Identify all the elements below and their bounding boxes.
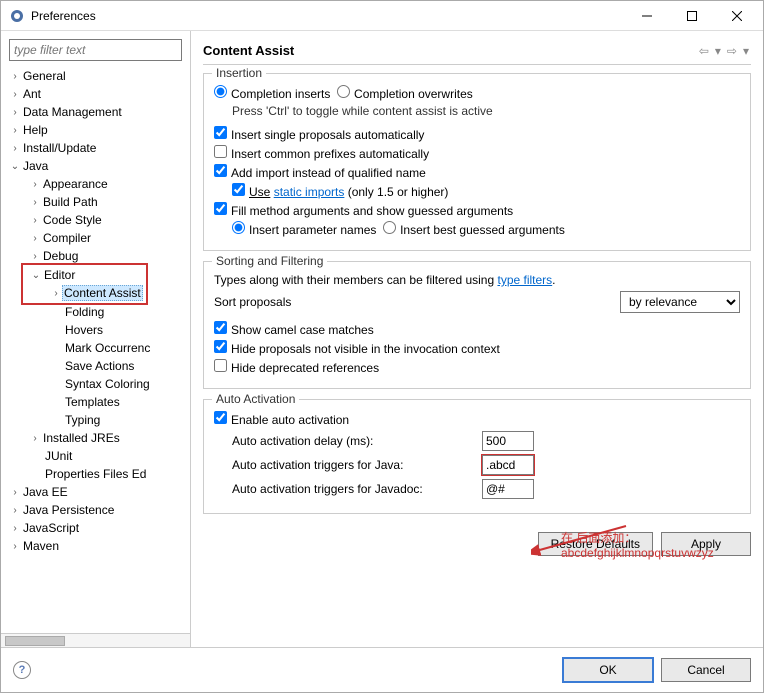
close-button[interactable] [714,2,759,30]
tree-item-typing[interactable]: Typing [1,411,190,429]
insert-parameter-names-radio[interactable]: Insert parameter names [232,221,376,237]
content-panel: Content Assist ⇦▾ ⇨▾ Insertion Completio… [191,31,763,647]
chevron-down-icon: ⌄ [30,270,42,281]
dialog-footer: ? OK Cancel [1,647,763,692]
triggers-javadoc-label: Auto activation triggers for Javadoc: [232,482,482,496]
hide-deprecated-checkbox[interactable]: Hide deprecated references [214,359,379,375]
enable-auto-activation-checkbox[interactable]: Enable auto activation [214,411,349,427]
triggers-java-label: Auto activation triggers for Java: [232,458,482,472]
camel-case-checkbox[interactable]: Show camel case matches [214,321,374,337]
insert-best-guessed-radio[interactable]: Insert best guessed arguments [383,221,565,237]
tree-item-general[interactable]: ›General [1,67,190,85]
triggers-javadoc-input[interactable] [482,479,534,499]
sort-proposals-select[interactable]: by relevance [620,291,740,313]
sorting-group: Sorting and Filtering Types along with t… [203,261,751,389]
help-button[interactable]: ? [13,661,31,679]
sort-proposals-label: Sort proposals [214,295,291,309]
tree-item-java-persistence[interactable]: ›Java Persistence [1,501,190,519]
tree-item-compiler[interactable]: ›Compiler [1,229,190,247]
back-menu-icon[interactable]: ▾ [713,44,723,58]
completion-overwrites-radio[interactable]: Completion overwrites [337,85,473,101]
forward-icon[interactable]: ⇨ [725,44,739,58]
forward-menu-icon[interactable]: ▾ [741,44,751,58]
triggers-java-input[interactable] [482,455,534,475]
insertion-group: Insertion Completion inserts Completion … [203,73,751,251]
nav-tree[interactable]: ›General ›Ant ›Data Management ›Help ›In… [1,65,190,633]
auto-delay-input[interactable] [482,431,534,451]
tree-item-build-path[interactable]: ›Build Path [1,193,190,211]
back-icon[interactable]: ⇦ [697,44,711,58]
preferences-window: Preferences ›General ›Ant ›Data Manageme… [0,0,764,693]
type-filters-link[interactable]: type filters [497,273,552,287]
auto-activation-legend: Auto Activation [212,392,299,406]
tree-item-code-style[interactable]: ›Code Style [1,211,190,229]
ctrl-hint-text: Press 'Ctrl' to toggle while content ass… [214,104,740,118]
annotation-text: 在.后面添加： abcdefghijklmnopqrstuvwzyz [561,529,714,560]
tree-item-folding[interactable]: Folding [1,303,190,321]
type-filters-text: Types along with their members can be fi… [214,273,556,287]
ok-button[interactable]: OK [563,658,653,682]
app-icon [9,8,25,24]
auto-activation-group: Auto Activation Enable auto activation A… [203,399,751,514]
add-import-checkbox[interactable]: Add import instead of qualified name [214,164,426,180]
fill-method-arguments-checkbox[interactable]: Fill method arguments and show guessed a… [214,202,513,218]
tree-item-editor[interactable]: ⌄Editor [26,266,77,284]
insert-single-proposals-checkbox[interactable]: Insert single proposals automatically [214,126,424,142]
tree-item-save-actions[interactable]: Save Actions [1,357,190,375]
tree-item-content-assist[interactable]: ›Content Assist [26,284,143,302]
tree-item-junit[interactable]: JUnit [1,447,190,465]
maximize-button[interactable] [669,2,714,30]
tree-item-syntax-coloring[interactable]: Syntax Coloring [1,375,190,393]
insert-common-prefixes-checkbox[interactable]: Insert common prefixes automatically [214,145,429,161]
tree-item-data-management[interactable]: ›Data Management [1,103,190,121]
tree-item-installed-jres[interactable]: ›Installed JREs [1,429,190,447]
page-nav-arrows: ⇦▾ ⇨▾ [697,44,751,58]
tree-item-templates[interactable]: Templates [1,393,190,411]
tree-item-hovers[interactable]: Hovers [1,321,190,339]
chevron-down-icon: ⌄ [9,161,21,172]
static-imports-link[interactable]: static imports [274,185,345,199]
insertion-legend: Insertion [212,66,266,80]
tree-item-javascript[interactable]: ›JavaScript [1,519,190,537]
scrollbar-thumb[interactable] [5,636,65,646]
filter-input[interactable] [9,39,182,61]
window-title: Preferences [31,9,624,23]
tree-item-install-update[interactable]: ›Install/Update [1,139,190,157]
titlebar: Preferences [1,1,763,31]
tree-item-editor-wrap: ⌄Editor ›Content Assist [1,265,190,303]
auto-delay-label: Auto activation delay (ms): [232,434,482,448]
hide-invocation-checkbox[interactable]: Hide proposals not visible in the invoca… [214,340,500,356]
tree-item-appearance[interactable]: ›Appearance [1,175,190,193]
sidebar: ›General ›Ant ›Data Management ›Help ›In… [1,31,191,647]
cancel-button[interactable]: Cancel [661,658,751,682]
tree-item-maven[interactable]: ›Maven [1,537,190,555]
tree-item-properties-files[interactable]: Properties Files Ed [1,465,190,483]
horizontal-scrollbar[interactable] [1,633,190,647]
tree-item-java[interactable]: ⌄Java [1,157,190,175]
tree-item-java-ee[interactable]: ›Java EE [1,483,190,501]
page-title: Content Assist [203,43,697,58]
minimize-button[interactable] [624,2,669,30]
tree-item-ant[interactable]: ›Ant [1,85,190,103]
sorting-legend: Sorting and Filtering [212,254,327,268]
use-static-imports-checkbox[interactable]: Use static imports (only 1.5 or higher) [232,183,448,199]
filter-field-wrap [9,39,182,61]
tree-item-mark-occurrences[interactable]: Mark Occurrenc [1,339,190,357]
completion-inserts-radio[interactable]: Completion inserts [214,85,330,101]
tree-item-help[interactable]: ›Help [1,121,190,139]
